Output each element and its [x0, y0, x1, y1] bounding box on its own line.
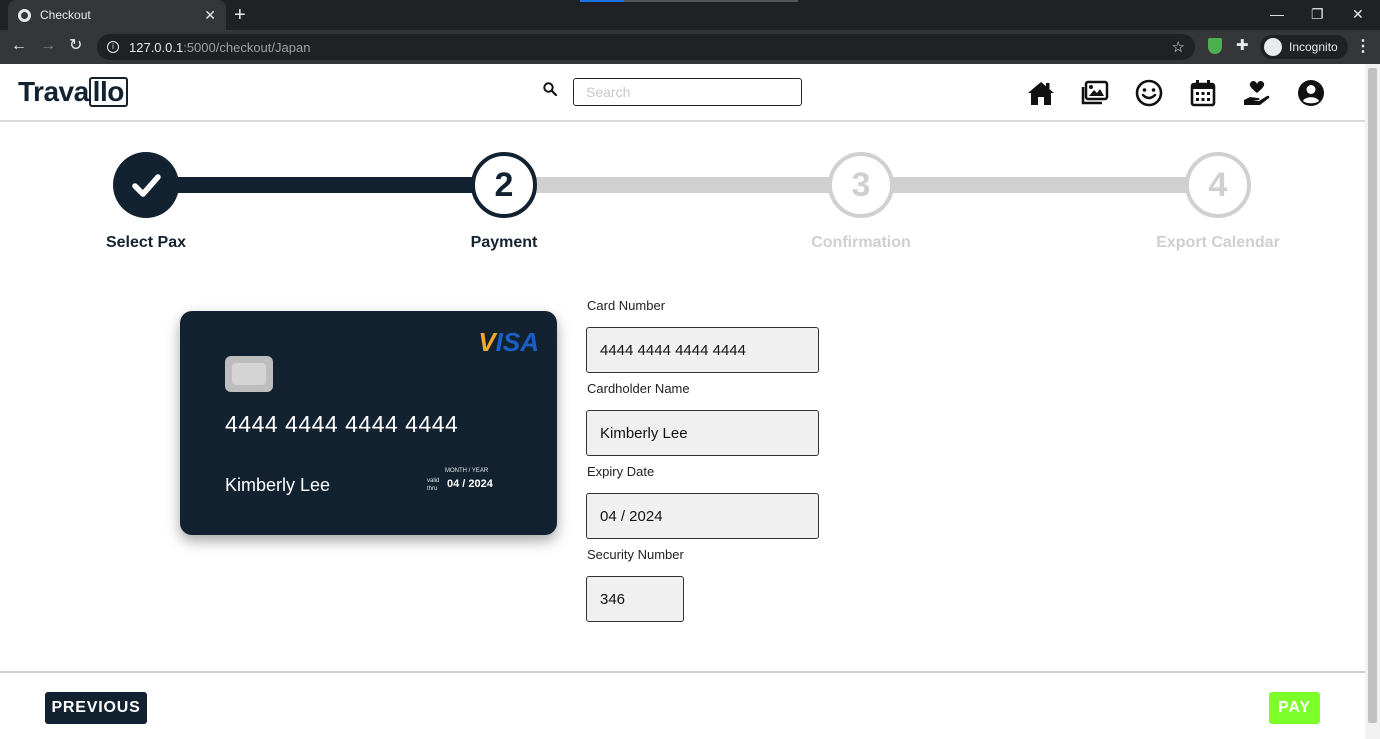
bookmark-star-icon[interactable]: ☆ — [1172, 38, 1185, 56]
visa-logo: VISA — [478, 327, 539, 357]
step-4-circle: 4 — [1185, 152, 1251, 218]
card-preview-expiry: 04 / 2024 — [447, 478, 493, 490]
shield-extension-icon[interactable] — [1208, 38, 1222, 54]
incognito-icon — [1264, 38, 1282, 56]
tab-strip-indicator — [580, 0, 798, 2]
card-preview-number: 4444 4444 4444 4444 — [225, 411, 459, 437]
browser-tab[interactable]: Checkout ✕ — [8, 0, 226, 30]
reload-icon[interactable]: ↻ — [69, 37, 82, 55]
back-icon[interactable]: ← — [11, 37, 27, 55]
logo-box-text: llo — [88, 77, 128, 107]
url-path: :5000/checkout/Japan — [183, 39, 311, 55]
window-close-icon[interactable]: ✕ — [1352, 6, 1364, 23]
browser-toolbar: ← → ↻ i 127.0.0.1 :5000/checkout/Japan ☆ — [0, 30, 1380, 64]
page-scrollbar[interactable] — [1365, 64, 1380, 739]
extensions-puzzle-icon[interactable]: ✚ — [1236, 36, 1249, 54]
logo-text: Trava — [18, 76, 89, 107]
checkmark-icon — [132, 174, 161, 197]
restore-icon[interactable]: ❐ — [1311, 6, 1324, 23]
expiry-date-field[interactable] — [586, 493, 819, 539]
checkout-page: Trava llo Search 2 3 4 Select Pax Paymen… — [0, 64, 1365, 739]
card-chip-icon — [225, 356, 273, 392]
expiry-date-label: Expiry Date — [587, 464, 655, 479]
incognito-label: Incognito — [1289, 40, 1338, 54]
home-icon[interactable] — [1026, 78, 1056, 108]
cardholder-name-field[interactable] — [586, 410, 819, 456]
scrollbar-thumb[interactable] — [1368, 68, 1377, 723]
cardholder-name-label: Cardholder Name — [587, 381, 690, 396]
search-icon — [543, 82, 557, 96]
step-2-label: Payment — [470, 234, 538, 251]
browser-menu-icon[interactable]: ⋮ — [1355, 36, 1371, 56]
card-number-field[interactable] — [586, 327, 819, 373]
credit-card-preview: VISA 4444 4444 4444 4444 Kimberly Lee va… — [180, 311, 557, 535]
incognito-badge[interactable]: Incognito — [1260, 35, 1348, 59]
gallery-icon[interactable] — [1080, 78, 1110, 108]
step-4-label: Export Calendar — [1156, 234, 1280, 251]
month-year-label: MONTH / YEAR — [445, 468, 489, 474]
card-preview-holder: Kimberly Lee — [225, 475, 331, 495]
minimize-icon[interactable]: — — [1270, 6, 1284, 22]
travallo-logo[interactable]: Trava llo — [18, 76, 128, 108]
valid-thru-label: valid thru — [427, 478, 440, 492]
donate-icon[interactable] — [1242, 78, 1272, 108]
previous-button[interactable]: PREVIOUS — [45, 692, 147, 724]
step-3-circle: 3 — [828, 152, 894, 218]
security-number-field[interactable] — [586, 576, 684, 622]
footer-divider — [0, 671, 1365, 673]
step-1-label: Select Pax — [105, 234, 187, 251]
globe-icon — [18, 8, 31, 22]
step-1-check-icon — [113, 152, 179, 218]
url-host: 127.0.0.1 — [129, 39, 184, 55]
smiley-icon[interactable] — [1134, 78, 1164, 108]
pay-button[interactable]: PAY — [1269, 692, 1320, 724]
stepper-progress-line — [146, 177, 504, 193]
close-tab-icon[interactable]: ✕ — [204, 7, 216, 23]
account-icon[interactable] — [1296, 78, 1326, 108]
search-input[interactable] — [573, 78, 802, 106]
browser-tab-bar: Checkout ✕ + — ❐ ✕ — [0, 0, 1380, 30]
tab-title: Checkout — [40, 8, 91, 22]
step-3-label: Confirmation — [811, 234, 911, 251]
new-tab-icon[interactable]: + — [234, 4, 246, 26]
calendar-icon[interactable] — [1188, 78, 1218, 108]
site-navbar: Trava llo — [0, 64, 1365, 122]
security-number-label: Security Number — [587, 547, 684, 562]
address-bar[interactable]: i 127.0.0.1 :5000/checkout/Japan ☆ — [97, 34, 1195, 60]
step-2-circle: 2 — [471, 152, 537, 218]
forward-icon[interactable]: → — [40, 37, 56, 55]
site-info-icon[interactable]: i — [107, 41, 119, 53]
card-number-label: Card Number — [587, 298, 666, 313]
